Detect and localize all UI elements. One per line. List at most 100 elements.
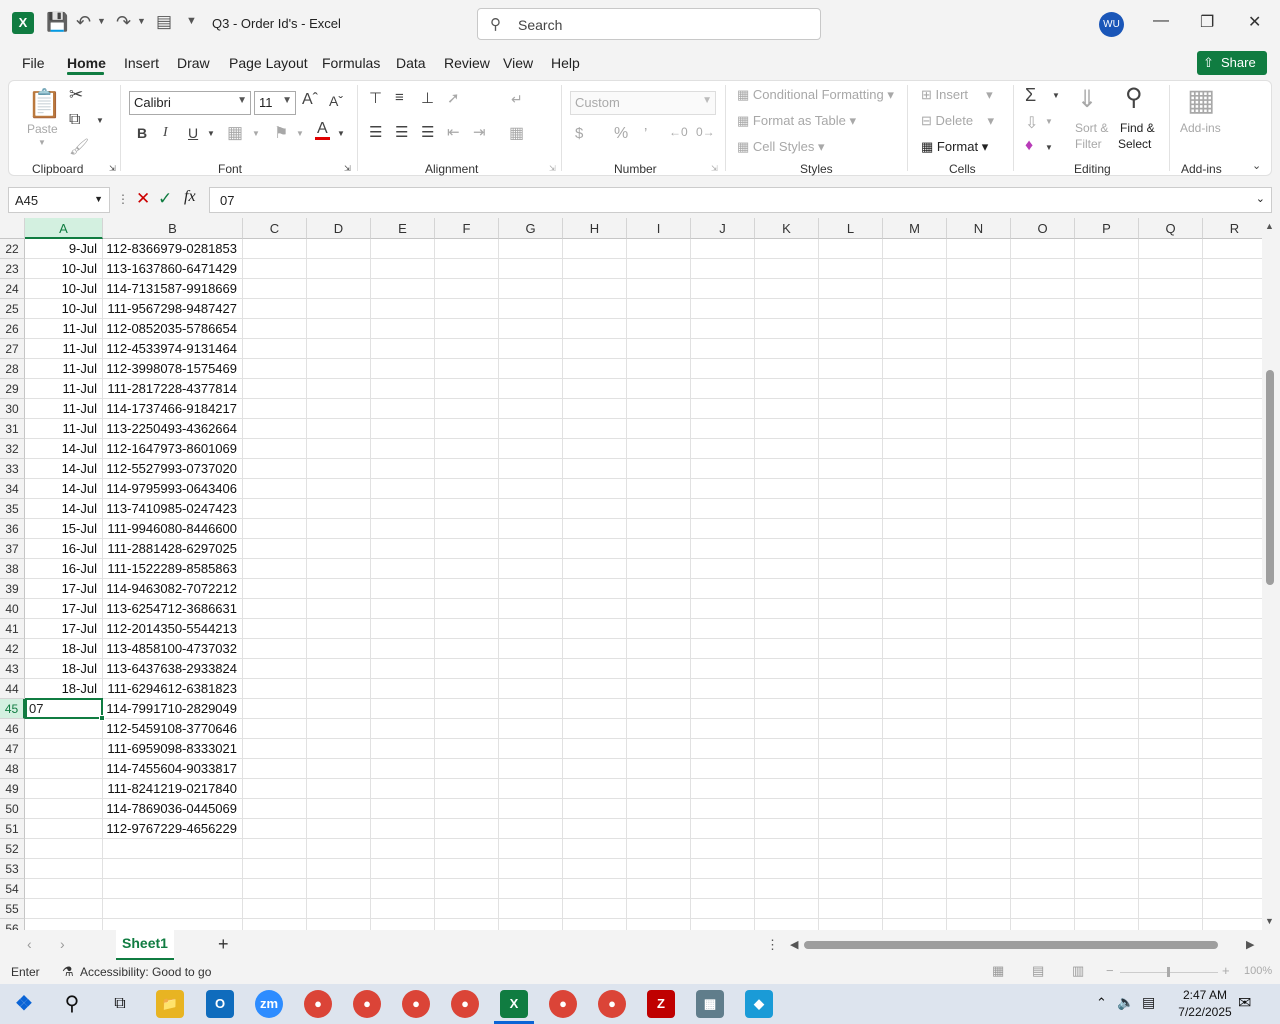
font-launcher-icon[interactable]: ⇲ <box>344 164 351 173</box>
column-header-a[interactable]: A <box>25 218 103 239</box>
cell-date[interactable]: 14-Jul <box>26 459 99 479</box>
cell-date[interactable]: 11-Jul <box>26 399 99 419</box>
column-header-k[interactable]: K <box>755 218 819 239</box>
increase-indent-icon[interactable]: ⇥ <box>473 123 486 141</box>
align-top-icon[interactable]: ⊤ <box>369 89 382 107</box>
tab-view[interactable]: View <box>503 55 533 71</box>
copy-dropdown-icon[interactable]: ▼ <box>96 116 104 125</box>
align-left-icon[interactable]: ☰ <box>369 123 382 141</box>
row-header[interactable]: 55 <box>0 899 25 919</box>
cell-order-id[interactable]: 114-9463082-7072212 <box>103 579 243 599</box>
cell-order-id[interactable]: 111-8241219-0217840 <box>103 779 243 799</box>
cell-order-id[interactable]: 112-4533974-9131464 <box>103 339 243 359</box>
cell-order-id[interactable]: 113-7410985-0247423 <box>103 499 243 519</box>
find-select-label-1[interactable]: Find & <box>1120 121 1155 135</box>
row-header[interactable]: 28 <box>0 359 25 379</box>
row-header[interactable]: 37 <box>0 539 25 559</box>
scroll-right-icon[interactable]: ▶ <box>1246 938 1254 951</box>
column-header-e[interactable]: E <box>371 218 435 239</box>
confirm-entry-icon[interactable]: ✓ <box>158 189 172 209</box>
row-header[interactable]: 31 <box>0 419 25 439</box>
tab-home[interactable]: Home <box>67 55 106 71</box>
paste-dropdown-icon[interactable]: ▼ <box>38 138 46 147</box>
cell-date[interactable]: 10-Jul <box>26 279 99 299</box>
conditional-formatting-button[interactable]: ▦ Conditional Formatting ▾ <box>737 87 894 103</box>
font-size-select[interactable]: 11 ▼ <box>254 91 296 115</box>
row-header[interactable]: 26 <box>0 319 25 339</box>
row-header[interactable]: 49 <box>0 779 25 799</box>
vertical-scrollbar[interactable]: ▲ ▼ <box>1262 218 1280 930</box>
column-header-o[interactable]: O <box>1011 218 1075 239</box>
decrease-font-icon[interactable]: Aˇ <box>329 93 343 109</box>
worksheet-grid[interactable]: A B C D E F G H I J K L M N O P Q R 22 9-Jul 112-8366979-028… <box>0 218 1262 930</box>
tab-data[interactable]: Data <box>396 55 426 71</box>
windows-start-icon[interactable]: ❖ <box>10 990 38 1018</box>
vertical-scroll-thumb[interactable] <box>1266 370 1274 585</box>
cell-date[interactable]: 17-Jul <box>26 579 99 599</box>
row-header[interactable]: 47 <box>0 739 25 759</box>
cell-date[interactable]: 11-Jul <box>26 319 99 339</box>
column-header-l[interactable]: L <box>819 218 883 239</box>
autosum-dropdown-icon[interactable]: ▼ <box>1052 91 1060 100</box>
chrome-profile-icon[interactable]: ● <box>402 990 430 1018</box>
app-icon[interactable]: ◆ <box>745 990 773 1018</box>
search-box[interactable]: ⚲ Search <box>477 8 821 40</box>
row-header[interactable]: 41 <box>0 619 25 639</box>
scroll-left-icon[interactable]: ◀ <box>790 938 798 951</box>
share-button[interactable]: ⇧ Share ▼ <box>1197 51 1267 93</box>
cell-date[interactable]: 11-Jul <box>26 339 99 359</box>
row-header[interactable]: 50 <box>0 799 25 819</box>
tab-page-layout[interactable]: Page Layout <box>229 55 308 71</box>
cell-order-id[interactable]: 112-2014350-5544213 <box>103 619 243 639</box>
row-header[interactable]: 54 <box>0 879 25 899</box>
filezilla-icon[interactable]: Z <box>647 990 675 1018</box>
excel-taskbar-icon[interactable]: X <box>500 990 528 1018</box>
decrease-decimal-icon[interactable]: 0→ <box>696 125 715 139</box>
cell-order-id[interactable]: 111-6959098-8333021 <box>103 739 243 759</box>
cell-order-id[interactable]: 111-9567298-9487427 <box>103 299 243 319</box>
column-header-g[interactable]: G <box>499 218 563 239</box>
add-ins-icon[interactable]: ▦ <box>1187 83 1215 118</box>
tab-draw[interactable]: Draw <box>177 55 210 71</box>
cell-styles-button[interactable]: ▦ Cell Styles ▾ <box>737 139 824 155</box>
close-icon[interactable]: ✕ <box>1248 12 1261 32</box>
cell-order-id[interactable]: 111-9946080-8446600 <box>103 519 243 539</box>
cell-date[interactable]: 15-Jul <box>26 519 99 539</box>
volume-icon[interactable]: 🔈 <box>1117 994 1134 1011</box>
delete-cells-button[interactable]: ⊟ Delete ▾ <box>921 113 994 129</box>
italic-icon[interactable]: I <box>163 125 168 141</box>
column-header-d[interactable]: D <box>307 218 371 239</box>
cell-date[interactable]: 11-Jul <box>26 359 99 379</box>
taskbar-date[interactable]: 7/22/2025 <box>1164 1005 1246 1019</box>
fill-icon[interactable]: ⇩ <box>1025 113 1038 133</box>
sort-filter-label-1[interactable]: Sort & <box>1075 121 1108 135</box>
column-header-n[interactable]: N <box>947 218 1011 239</box>
tab-review[interactable]: Review <box>444 55 490 71</box>
column-header-r[interactable]: R <box>1203 218 1262 239</box>
row-header[interactable]: 36 <box>0 519 25 539</box>
cell-order-id[interactable]: 112-0852035-5786654 <box>103 319 243 339</box>
active-cell-editor[interactable]: 07 <box>25 698 105 721</box>
cell-date[interactable]: 11-Jul <box>26 419 99 439</box>
orientation-icon[interactable]: ➚ <box>447 89 460 107</box>
chrome-profile-icon[interactable]: ● <box>353 990 381 1018</box>
page-break-view-icon[interactable]: ▥ <box>1072 963 1084 979</box>
cell-date[interactable]: 14-Jul <box>26 439 99 459</box>
font-name-select[interactable]: Calibri ▼ <box>129 91 251 115</box>
accessibility-status[interactable]: Accessibility: Good to go <box>80 965 211 979</box>
cell-order-id[interactable]: 113-4858100-4737032 <box>103 639 243 659</box>
select-all-corner[interactable] <box>0 218 25 239</box>
name-box[interactable]: A45 ▼ <box>8 187 110 213</box>
merge-center-icon[interactable]: ▦ <box>509 123 524 143</box>
fill-color-dropdown-icon[interactable]: ▼ <box>296 129 304 138</box>
cut-icon[interactable]: ✂ <box>69 85 83 105</box>
row-header[interactable]: 39 <box>0 579 25 599</box>
cell-date[interactable]: 18-Jul <box>26 659 99 679</box>
tab-file[interactable]: File <box>22 55 45 71</box>
cell-order-id[interactable]: 114-1737466-9184217 <box>103 399 243 419</box>
chrome-profile-icon[interactable]: ● <box>549 990 577 1018</box>
scroll-down-icon[interactable]: ▼ <box>1265 916 1274 926</box>
align-middle-icon[interactable]: ≡ <box>395 89 404 106</box>
cancel-entry-icon[interactable]: ✕ <box>136 189 150 209</box>
chrome-profile-icon[interactable]: ● <box>451 990 479 1018</box>
